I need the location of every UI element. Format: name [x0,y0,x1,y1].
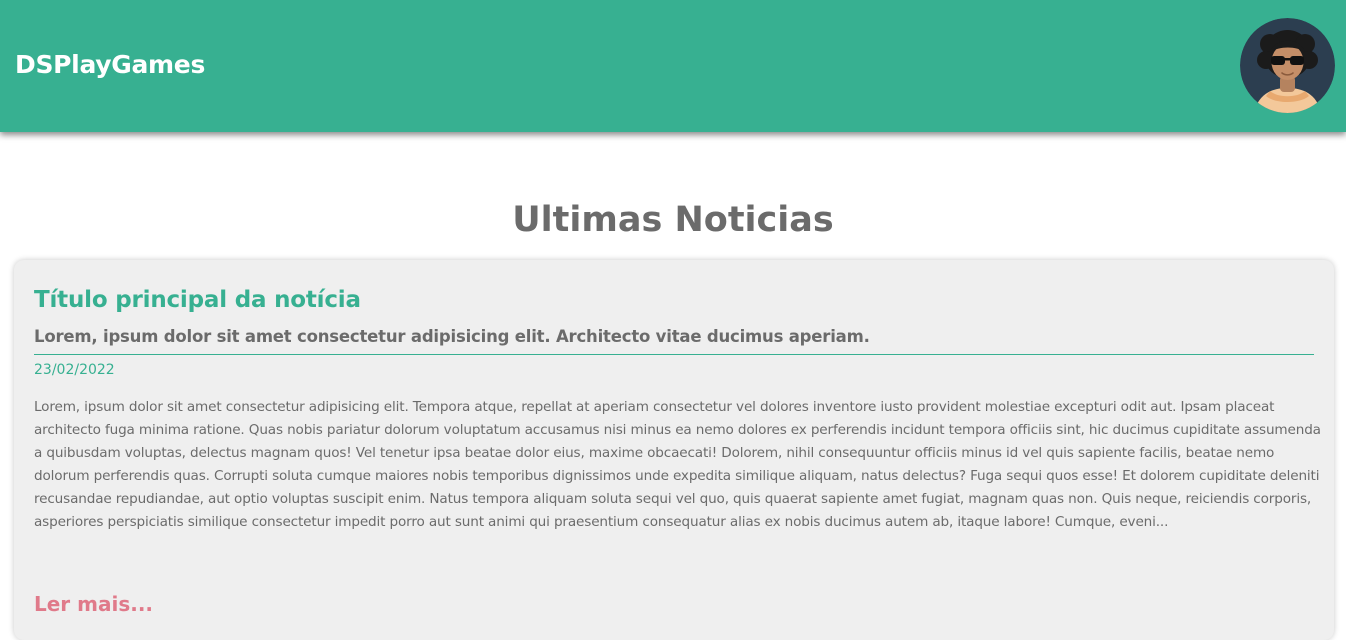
page-title: Ultimas Noticias [512,200,834,240]
news-body-text: Lorem, ipsum dolor sit amet consectetur … [34,399,1321,530]
brand-logo-text[interactable]: DSPlayGames [15,48,205,82]
app-header: DSPlayGames [0,0,1346,132]
read-more-link[interactable]: Ler mais... [34,589,153,619]
user-avatar[interactable] [1240,18,1335,113]
news-card: Título principal da notícia Lorem, ipsum… [14,260,1334,640]
news-date: 23/02/2022 [34,362,115,378]
news-subtitle: Lorem, ipsum dolor sit amet consectetur … [34,324,1314,355]
news-title[interactable]: Título principal da notícia [34,284,361,316]
avatar-sunglasses-icon [1240,18,1335,113]
